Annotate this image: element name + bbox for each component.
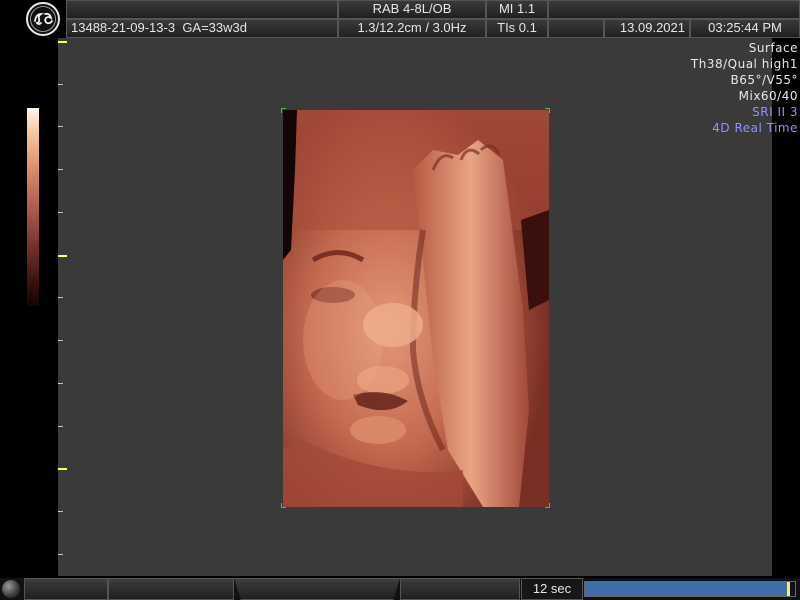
setting-line: Mix60/40 bbox=[738, 89, 798, 103]
depth-tick bbox=[58, 383, 63, 384]
trackball-indicator-icon bbox=[2, 580, 20, 598]
footer-tab[interactable] bbox=[400, 578, 520, 600]
depth-tick bbox=[58, 255, 67, 257]
roi-corner bbox=[281, 108, 286, 113]
footer-tab[interactable] bbox=[108, 578, 234, 600]
depth-tick bbox=[58, 41, 67, 43]
cine-timer: 12 sec bbox=[521, 578, 583, 600]
header-spacer bbox=[548, 19, 604, 38]
ge-logo bbox=[0, 0, 66, 38]
depth-tick bbox=[58, 468, 67, 470]
settings-readout: Surface Th38/Qual high1 B65°/V55° Mix60/… bbox=[691, 40, 798, 136]
depth-tick bbox=[58, 169, 63, 170]
roi-corner bbox=[545, 503, 550, 508]
depth-tick bbox=[58, 297, 63, 298]
patient-info: 13488-21-09-13-3 GA=33w3d bbox=[66, 19, 338, 38]
header-blank-left bbox=[66, 0, 338, 19]
left-panel bbox=[0, 38, 58, 578]
mi-label: MI 1.1 bbox=[486, 0, 548, 19]
depth-tick bbox=[58, 554, 63, 555]
header-blank-right bbox=[548, 0, 800, 19]
exam-time: 03:25:44 PM bbox=[690, 19, 800, 38]
depth-tick bbox=[58, 340, 63, 341]
ultrasound-screen: RAB 4-8L/OB MI 1.1 13488-21-09-13-3 GA=3… bbox=[0, 0, 800, 600]
cine-progress-bar[interactable] bbox=[584, 581, 796, 597]
probe-label: RAB 4-8L/OB bbox=[338, 0, 486, 19]
cine-progress-fill bbox=[585, 582, 789, 596]
bottom-bar: 12 sec bbox=[0, 578, 800, 600]
depth-tick bbox=[58, 84, 63, 85]
setting-line: Surface bbox=[748, 41, 798, 55]
setting-line-highlight: SRI II 3 bbox=[752, 105, 798, 119]
depth-frequency: 1.3/12.2cm / 3.0Hz bbox=[338, 19, 486, 38]
cine-progress-marker[interactable] bbox=[786, 582, 790, 596]
exam-date: 13.09.2021 bbox=[604, 19, 690, 38]
footer-tab[interactable] bbox=[24, 578, 108, 600]
roi-corner bbox=[281, 503, 286, 508]
tis-label: TIs 0.1 bbox=[486, 19, 548, 38]
setting-line: B65°/V55° bbox=[730, 73, 798, 87]
footer-tab[interactable] bbox=[234, 578, 400, 600]
ge-logo-icon bbox=[26, 2, 60, 36]
gestational-age: GA=33w3d bbox=[182, 20, 247, 35]
depth-tick bbox=[58, 126, 63, 127]
depth-tick bbox=[58, 511, 63, 512]
setting-line-highlight: 4D Real Time bbox=[712, 121, 798, 135]
fetal-3d-render bbox=[283, 110, 549, 507]
color-scale-bar bbox=[27, 108, 39, 306]
setting-line: Th38/Qual high1 bbox=[690, 57, 798, 71]
depth-tick bbox=[58, 426, 63, 427]
roi-corner bbox=[545, 108, 550, 113]
fetal-face-image bbox=[283, 110, 549, 507]
patient-id: 13488-21-09-13-3 bbox=[71, 20, 176, 35]
depth-tick bbox=[58, 212, 63, 213]
